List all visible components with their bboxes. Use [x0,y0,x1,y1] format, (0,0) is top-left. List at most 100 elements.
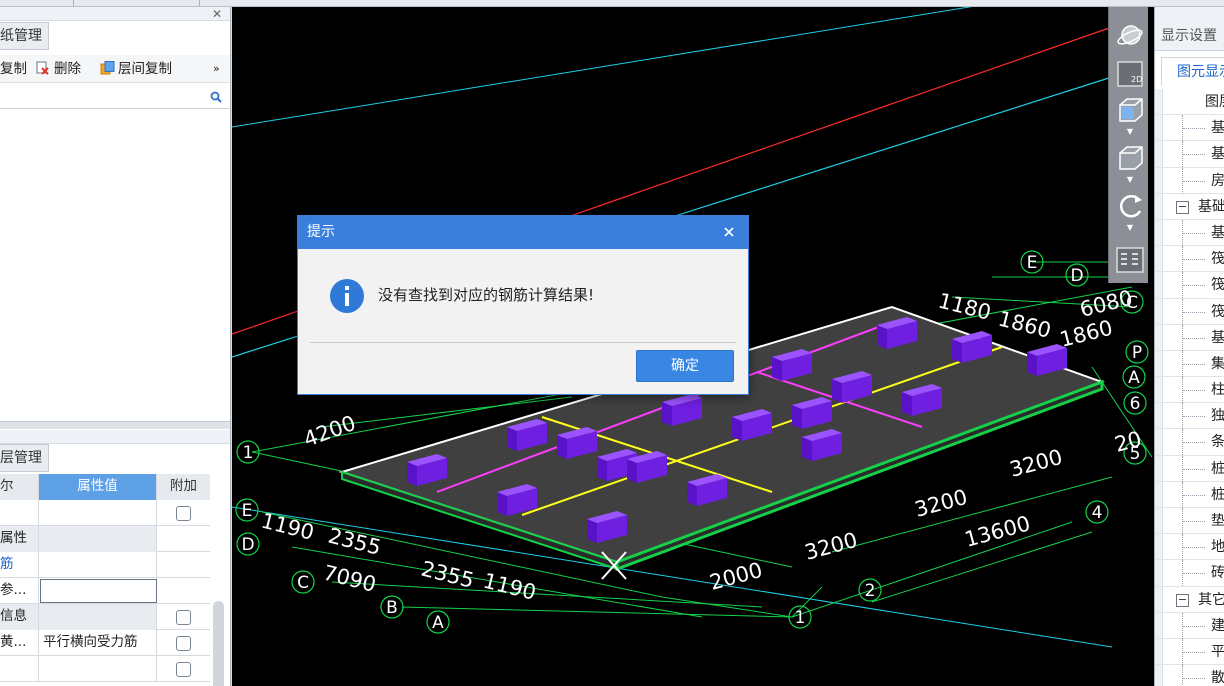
tree-connector [1183,416,1205,418]
tree-item-label: 基 [1211,329,1224,346]
rotate-icon[interactable] [1115,191,1145,221]
view-3d-cube-icon[interactable] [1115,95,1145,125]
tab-drawing-management[interactable]: 纸管理 [0,22,49,50]
table-row[interactable] [0,500,210,526]
collapse-icon[interactable]: − [1176,593,1189,607]
floor-copy-button[interactable]: 层间复制 [100,59,172,79]
tree-item[interactable]: 桩 [1155,455,1224,482]
delete-button[interactable]: 删除 [36,59,81,79]
collapse-icon[interactable]: − [1176,200,1189,214]
property-extra [157,552,210,578]
extra-checkbox[interactable] [176,662,191,677]
tree-item[interactable]: 平 [1155,638,1224,666]
tree-item[interactable]: 垫 [1155,508,1224,535]
search-input[interactable] [0,87,200,108]
top-tab-stub[interactable] [0,0,74,6]
axis-label: E [1027,253,1038,273]
tree-item[interactable]: 图层 [1155,89,1224,116]
cube-icon[interactable] [1115,143,1145,173]
tree-item-label: 基础 [1198,198,1224,215]
column-side [1027,352,1037,376]
tree-item[interactable]: 集 [1155,350,1224,378]
table-row[interactable]: 黄... 平行横向受力筋 [0,630,210,656]
column-side [507,427,517,451]
ok-button[interactable]: 确定 [636,350,734,382]
property-name: 参... [0,578,39,604]
property-value[interactable] [39,500,157,526]
axis-label: A [1128,368,1140,388]
search-icon[interactable] [210,91,222,103]
layout-grid-icon[interactable] [1115,245,1145,275]
column-side [732,417,742,441]
table-row[interactable]: 参... [0,578,210,604]
tree-connector [1183,678,1205,680]
tree-item[interactable]: − 其它 [1155,587,1224,613]
property-name: 属性 [0,526,39,552]
drawing-toolbar: 复制 删除 层间复制 » [0,55,230,83]
value-edit-box[interactable] [40,579,157,603]
tab-element-display[interactable]: 图元显示 [1161,57,1224,87]
tree-item[interactable]: 筏 [1155,272,1224,299]
extra-checkbox[interactable] [176,610,191,625]
property-extra [157,578,210,604]
copy-button[interactable]: 复制 [0,59,27,79]
tree-connector [1182,665,1183,686]
column-side [772,357,782,381]
tree-connector [1183,625,1205,627]
close-icon[interactable]: ✕ [210,7,224,21]
tree-item-label: 基 [1211,224,1224,241]
table-row[interactable] [0,656,210,682]
grid-scrollbar[interactable] [213,601,224,686]
tree-item[interactable]: 砖 [1155,560,1224,587]
tree-item[interactable]: 条 [1155,429,1224,456]
close-icon[interactable] [720,223,738,241]
extra-checkbox[interactable] [176,636,191,651]
tree-connector [1183,494,1205,496]
property-value[interactable] [39,526,157,552]
tree-item[interactable]: 地 [1155,534,1224,561]
tab-floor-management[interactable]: 层管理 [0,444,49,472]
tree-item[interactable]: 散 [1155,665,1224,686]
orbit-icon[interactable] [1115,21,1145,51]
column-side [902,392,912,416]
table-row[interactable]: 筋 [0,552,210,578]
property-name [0,500,39,526]
tree-item[interactable]: 独 [1155,403,1224,430]
tree-connector [1183,232,1205,234]
tree-item[interactable]: 筏 [1155,246,1224,273]
dialog-message: 没有查找到对应的钢筋计算结果! [378,286,595,304]
tree-item[interactable]: 房 [1155,167,1224,194]
extra-checkbox[interactable] [176,506,191,521]
property-grid: 尔 属性值 附加 属性筋参... 信息 黄... 平行横向受力筋 [0,474,210,682]
top-tab-stub[interactable] [75,0,200,6]
tree-item-label: 散 [1211,670,1224,686]
property-value[interactable] [39,656,157,682]
search-row [0,87,230,109]
property-name [0,656,39,682]
tab-display-settings[interactable]: 显示设置 [1161,25,1217,45]
tree-connector [1183,285,1205,287]
axis-label: E [242,501,253,521]
axis-label: 2 [865,581,876,601]
tree-item-label: 筏 [1211,303,1224,320]
tree-item[interactable]: 基 [1155,115,1224,142]
panel-splitter[interactable] [0,421,230,429]
tree-item[interactable]: 柱 [1155,377,1224,404]
table-row[interactable]: 属性 [0,526,210,552]
tree-item[interactable]: 基 [1155,141,1224,168]
tree-connector [1183,390,1205,392]
dimension-label: 4200 [301,411,359,452]
tree-item[interactable]: 桩 [1155,481,1224,508]
tree-item[interactable]: 筏 [1155,298,1224,325]
tree-item[interactable]: 建 [1155,612,1224,639]
property-value[interactable] [39,552,157,578]
property-value[interactable] [39,604,157,630]
tree-item[interactable]: 基 [1155,324,1224,351]
view-2d-button[interactable]: 2D [1115,59,1145,89]
more-button[interactable]: » [213,59,220,79]
property-value[interactable]: 平行横向受力筋 [39,630,157,656]
table-row[interactable]: 信息 [0,604,210,630]
tree-item[interactable]: 基 [1155,219,1224,247]
tree-item[interactable]: − 基础 [1155,194,1224,220]
tree-connector [1183,337,1205,339]
